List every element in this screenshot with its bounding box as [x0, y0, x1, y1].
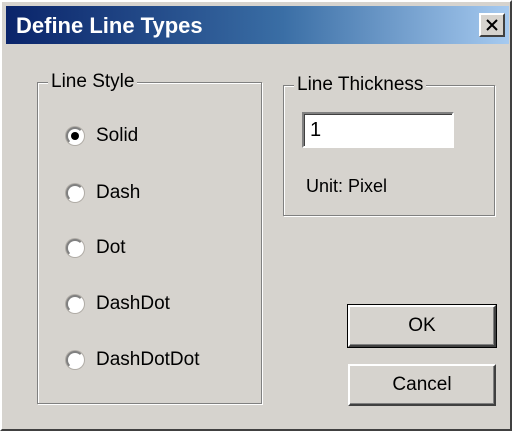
radio-button[interactable] — [66, 239, 84, 257]
radio-button[interactable] — [66, 351, 84, 369]
line-style-group: Line Style Solid Dash Dot DashDot DashDo… — [37, 71, 262, 404]
radio-label-dot: Dot — [96, 237, 126, 258]
radio-button[interactable] — [66, 295, 84, 313]
radio-label-dash: Dash — [96, 182, 141, 203]
line-thickness-input[interactable] — [302, 112, 454, 148]
close-icon — [486, 19, 498, 31]
radio-solid[interactable]: Solid — [66, 121, 251, 151]
radio-button[interactable] — [66, 127, 84, 145]
dialog-title: Define Line Types — [16, 13, 203, 38]
radio-label-solid: Solid — [96, 125, 139, 146]
define-line-types-dialog: Define Line Types Line Style Solid Dash … — [0, 0, 512, 431]
line-thickness-group-label: Line Thickness — [294, 74, 427, 96]
radio-label-dashdot: DashDot — [96, 293, 170, 314]
ok-button[interactable]: OK — [347, 304, 497, 348]
radio-dash[interactable]: Dash — [66, 178, 251, 208]
radio-dashdot[interactable]: DashDot — [66, 289, 251, 319]
radio-button[interactable] — [66, 184, 84, 202]
line-thickness-group: Line Thickness Unit: Pixel — [283, 74, 495, 216]
radio-label-dashdotdot: DashDotDot — [96, 349, 200, 370]
unit-label: Unit: Pixel — [306, 176, 388, 196]
radio-dot[interactable]: Dot — [66, 233, 251, 263]
line-style-group-label: Line Style — [48, 71, 138, 93]
cancel-button[interactable]: Cancel — [348, 364, 496, 406]
radio-dashdotdot[interactable]: DashDotDot — [66, 345, 251, 375]
title-bar[interactable]: Define Line Types — [6, 6, 509, 44]
close-button[interactable] — [479, 13, 505, 37]
